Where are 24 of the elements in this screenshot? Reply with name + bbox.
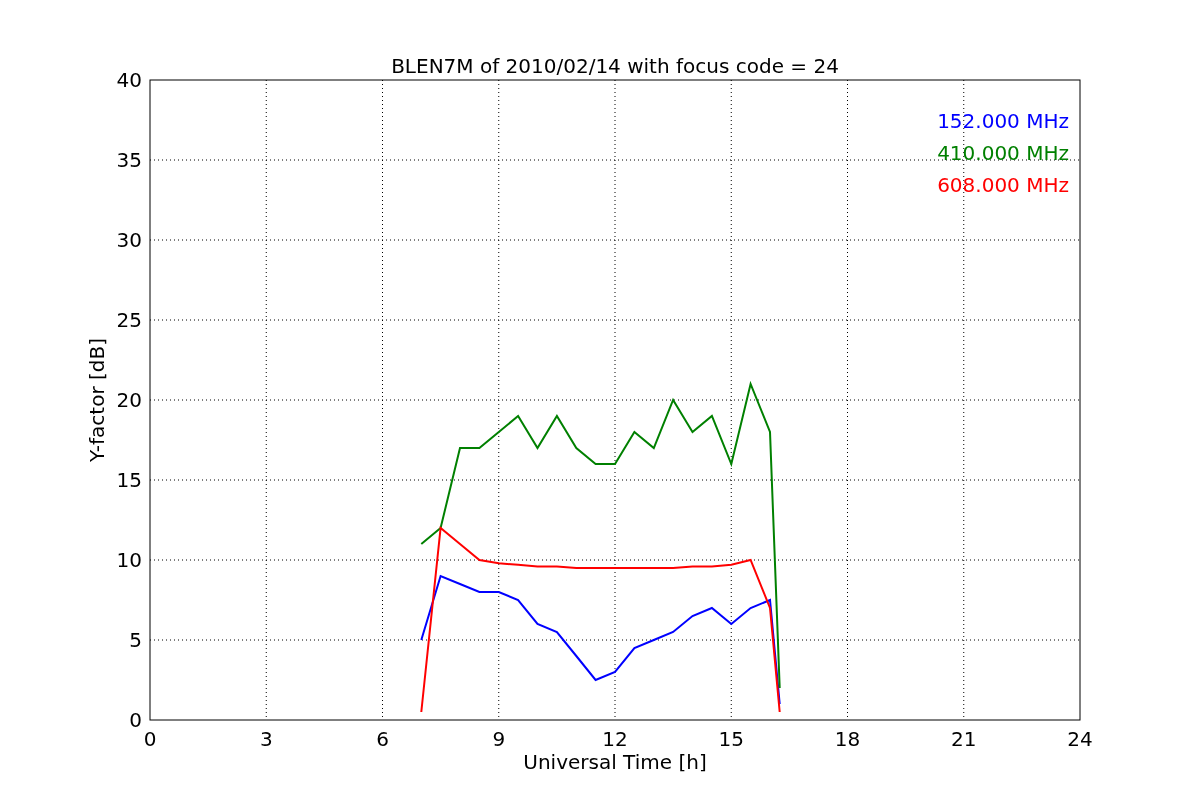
y-tick-label: 40 — [116, 68, 142, 92]
y-tick-label: 35 — [116, 148, 142, 172]
chart-title: BLEN7M of 2010/02/14 with focus code = 24 — [391, 54, 839, 78]
y-axis-label: Y-factor [dB] — [85, 338, 109, 462]
x-tick-label: 9 — [492, 727, 506, 751]
x-axis-label: Universal Time [h] — [523, 750, 707, 774]
x-tick-label: 6 — [376, 727, 389, 751]
x-tick-label: 21 — [951, 727, 977, 751]
x-tick-label: 12 — [602, 727, 628, 751]
y-tick-label: 5 — [129, 628, 142, 652]
y-tick-label: 25 — [116, 308, 142, 332]
x-tick-label: 24 — [1067, 727, 1093, 751]
y-tick-label: 0 — [129, 708, 142, 732]
y-tick-label: 20 — [116, 388, 142, 412]
x-tick-label: 18 — [834, 727, 861, 751]
y-tick-label: 15 — [116, 468, 142, 492]
legend-label: 152.000 MHz — [937, 109, 1069, 133]
x-tick-label: 0 — [143, 727, 157, 751]
legend-label: 410.000 MHz — [937, 141, 1069, 165]
legend-label: 608.000 MHz — [937, 173, 1069, 197]
x-tick-label: 15 — [718, 727, 744, 751]
y-tick-label: 10 — [116, 548, 142, 572]
y-tick-label: 30 — [116, 228, 142, 252]
x-tick-label: 3 — [259, 727, 273, 751]
